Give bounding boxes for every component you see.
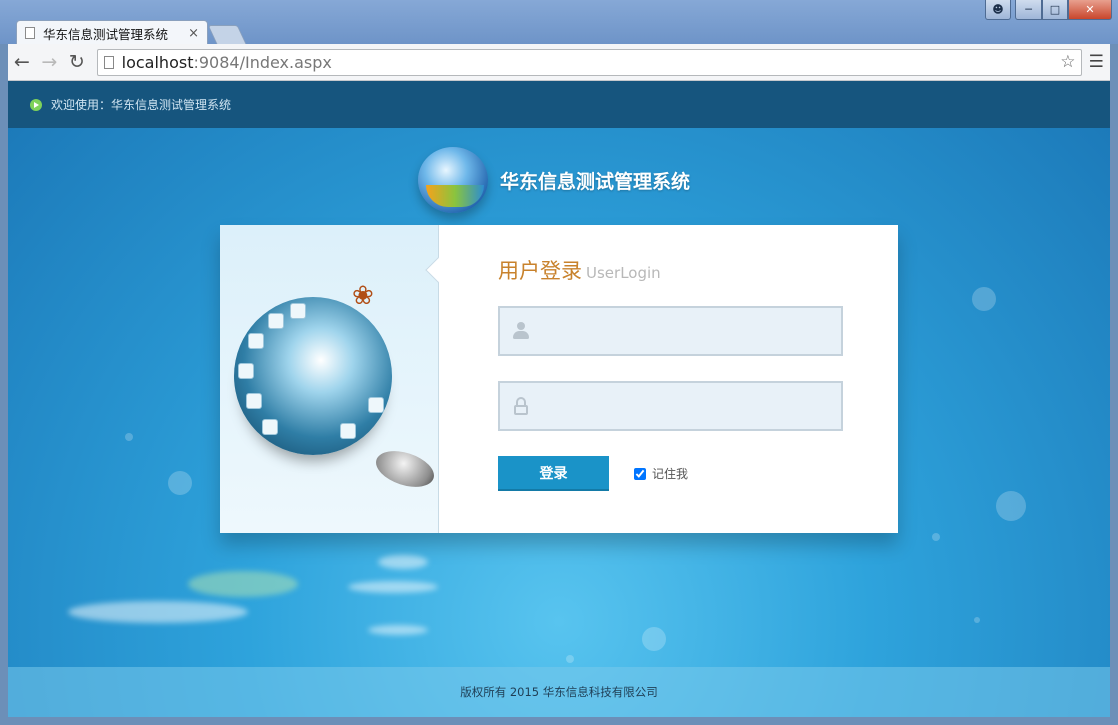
minimize-icon[interactable]: ─	[1015, 0, 1042, 20]
decor-bubble	[566, 655, 574, 663]
url-text[interactable]: localhost:9084/Index.aspx	[122, 53, 1061, 72]
forward-arrow-icon[interactable]: →	[36, 48, 64, 76]
lock-icon	[512, 397, 530, 415]
tab-close-icon[interactable]: ×	[188, 26, 199, 41]
puzzle-piece	[290, 303, 306, 319]
page-icon	[25, 27, 35, 39]
url-host: localhost	[121, 52, 194, 72]
brand-header: 华东信息测试管理系统	[418, 147, 690, 213]
illustration-panel: ❀	[220, 225, 439, 533]
username-input[interactable]	[538, 308, 841, 354]
login-form: 用户登录 UserLogin 登录 记住我	[498, 225, 858, 533]
decor-bubble	[996, 491, 1026, 521]
menu-icon[interactable]: ☰	[1082, 48, 1110, 76]
brand-title: 华东信息测试管理系统	[500, 170, 691, 193]
address-bar[interactable]: localhost:9084/Index.aspx ☆	[96, 48, 1083, 76]
bookmark-star-icon[interactable]: ☆	[1060, 52, 1075, 72]
decor-cloud	[188, 571, 298, 597]
password-input[interactable]	[538, 383, 841, 429]
login-button[interactable]: 登录	[498, 456, 609, 491]
puzzle-piece	[368, 397, 384, 413]
password-field[interactable]	[498, 381, 843, 431]
decor-cloud	[68, 601, 248, 623]
puzzle-piece	[248, 333, 264, 349]
butterfly-icon: ❀	[352, 281, 374, 311]
reload-icon[interactable]: ↻	[63, 48, 91, 76]
remember-me[interactable]: 记住我	[634, 465, 688, 482]
page-viewport: 欢迎使用：华东信息测试管理系统 华东信息测试管理系统 ❀ 用户登录 UserLo…	[8, 81, 1110, 717]
play-icon	[30, 98, 42, 111]
tab-title: 华东信息测试管理系统	[43, 26, 169, 42]
username-field[interactable]	[498, 306, 843, 356]
puzzle-piece	[268, 313, 284, 329]
decor-bubble	[932, 533, 940, 541]
maximize-icon[interactable]: □	[1042, 0, 1068, 20]
window-controls: ☻ ─ □ ✕	[985, 0, 1112, 20]
puzzle-globe-image	[234, 297, 392, 455]
puzzle-piece	[246, 393, 262, 409]
logo-globe-icon	[418, 147, 488, 213]
browser-tab[interactable]: 华东信息测试管理系统 ×	[16, 20, 208, 45]
decor-cloud	[368, 625, 428, 635]
browser-toolbar: ← → ↻ localhost:9084/Index.aspx ☆ ☰	[8, 44, 1110, 81]
welcome-text: 欢迎使用：华东信息测试管理系统	[51, 98, 232, 112]
decor-bubble	[168, 471, 192, 495]
decor-cloud	[378, 555, 428, 569]
decor-bubble	[974, 617, 980, 623]
new-tab-button[interactable]	[207, 25, 247, 44]
welcome-bar: 欢迎使用：华东信息测试管理系统	[8, 81, 1110, 128]
close-icon[interactable]: ✕	[1068, 0, 1112, 20]
user-icon	[512, 322, 530, 340]
remember-checkbox[interactable]	[634, 467, 646, 480]
login-card: ❀ 用户登录 UserLogin 登录 记住我	[220, 225, 898, 533]
user-icon[interactable]: ☻	[985, 0, 1011, 20]
heading-cn: 用户登录	[498, 259, 582, 283]
decor-cloud	[348, 581, 438, 593]
decor-bubble	[125, 433, 133, 441]
decor-bubble	[642, 627, 666, 651]
decor-bubble	[972, 287, 996, 311]
puzzle-piece	[262, 419, 278, 435]
login-heading: 用户登录 UserLogin	[498, 255, 661, 285]
computer-mouse-icon	[371, 444, 439, 494]
footer: 版权所有 2015 华东信息科技有限公司	[8, 667, 1110, 717]
copyright-text: 版权所有 2015 华东信息科技有限公司	[460, 685, 658, 699]
puzzle-piece	[238, 363, 254, 379]
page-icon	[103, 55, 114, 69]
remember-label: 记住我	[652, 467, 689, 481]
puzzle-piece	[340, 423, 356, 439]
browser-title-bar: 华东信息测试管理系统 × ☻ ─ □ ✕	[0, 0, 1118, 45]
back-arrow-icon[interactable]: ←	[8, 48, 36, 76]
url-path: :9084/Index.aspx	[193, 52, 332, 72]
heading-en: UserLogin	[586, 264, 661, 282]
